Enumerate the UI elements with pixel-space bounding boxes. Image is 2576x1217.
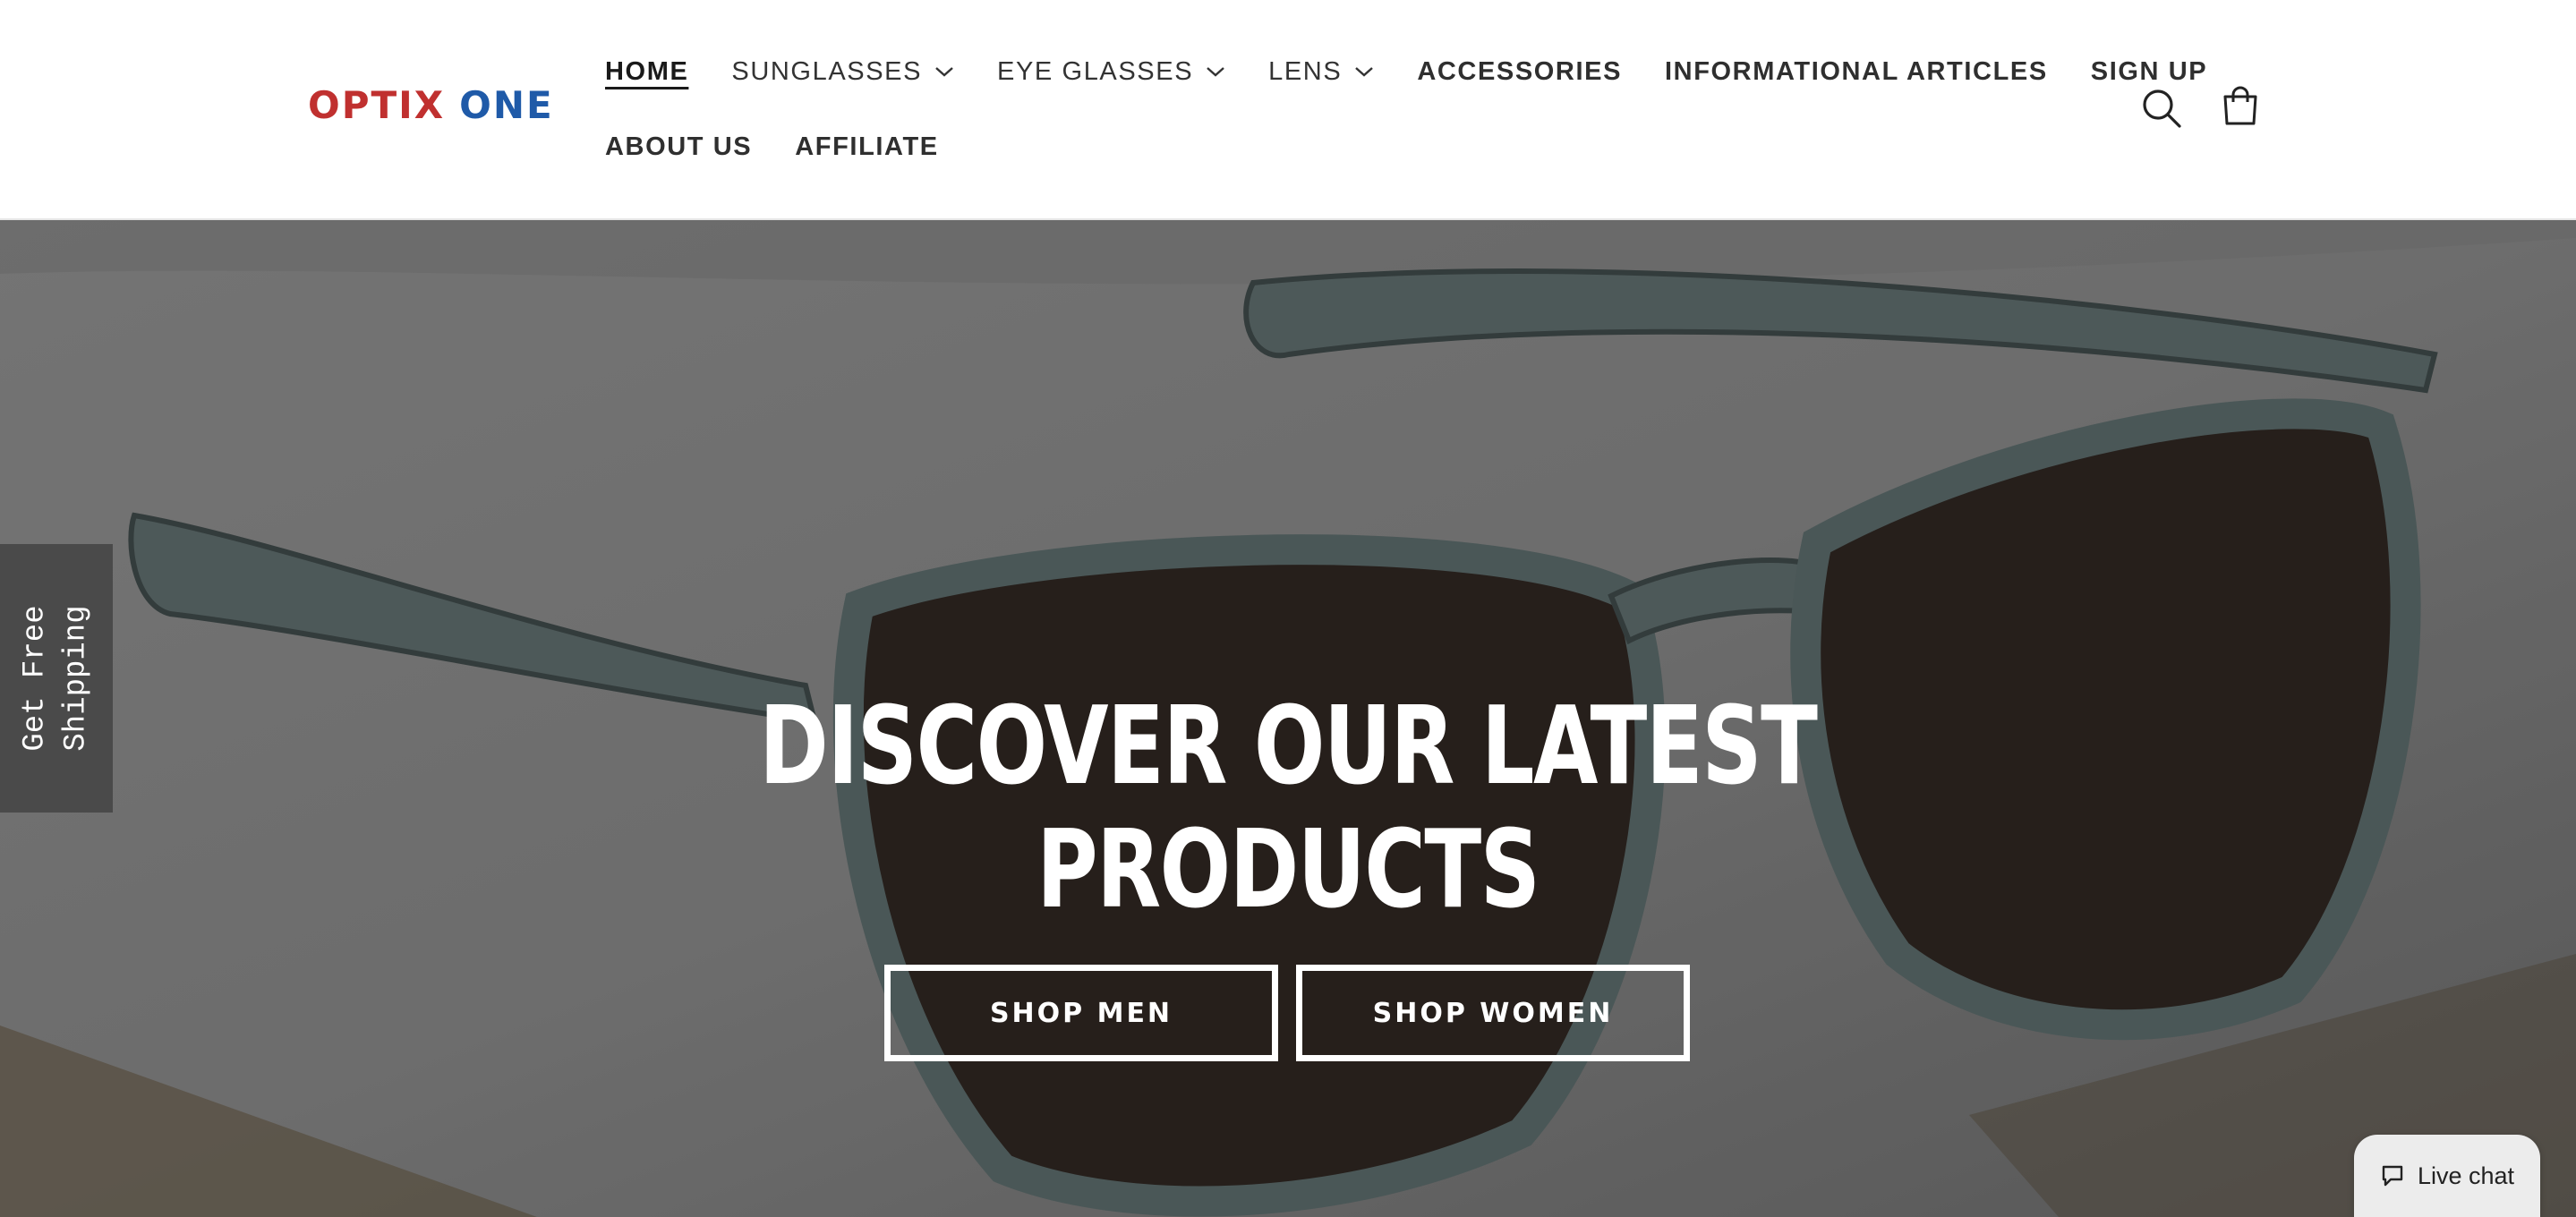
nav-sign-up-label: SIGN UP — [2090, 56, 2208, 86]
free-shipping-tab[interactable]: Get Free Shipping — [0, 544, 113, 813]
hero-banner: DISCOVER OUR LATEST PRODUCTS SHOP MEN SH… — [0, 220, 2576, 1217]
nav-about-us-label: ABOUT US — [605, 132, 753, 161]
nav-about-us[interactable]: ABOUT US — [605, 132, 752, 162]
nav-informational-articles[interactable]: INFORMATIONAL ARTICLES — [1665, 57, 2048, 87]
live-chat-button[interactable]: Live chat — [2354, 1135, 2540, 1217]
logo-word-one: ONE — [459, 82, 554, 127]
hero-heading: DISCOVER OUR LATEST PRODUCTS — [283, 685, 2292, 932]
chevron-down-icon — [935, 67, 953, 77]
nav-accessories[interactable]: ACCESSORIES — [1417, 57, 1622, 87]
nav-lens[interactable]: LENS — [1268, 57, 1374, 87]
shop-men-button[interactable]: SHOP MEN — [884, 965, 1278, 1061]
free-shipping-line-1: Get Free — [19, 605, 54, 752]
free-shipping-line-2: Shipping — [60, 605, 95, 752]
free-shipping-tab-text: Get Free Shipping — [15, 605, 98, 751]
nav-affiliate-label: AFFILIATE — [795, 132, 939, 161]
nav-affiliate[interactable]: AFFILIATE — [795, 132, 938, 162]
nav-informational-articles-label: INFORMATIONAL ARTICLES — [1665, 56, 2048, 86]
hero-heading-line-1: DISCOVER OUR LATEST — [759, 685, 1818, 809]
nav-lens-label: LENS — [1268, 56, 1343, 86]
chat-bubble-icon — [2382, 1165, 2403, 1187]
chevron-down-icon — [1355, 67, 1374, 77]
nav-eye-glasses-label: EYE GLASSES — [997, 56, 1194, 86]
main-nav-row-1: HOME SUNGLASSES EYE GLASSES LENS ACCESSO… — [605, 50, 2250, 93]
logo-word-optix: OPTIX — [308, 82, 446, 127]
optix-one-logo[interactable]: OPTIX ONE — [308, 82, 554, 127]
search-icon[interactable] — [2139, 86, 2184, 131]
hero-heading-line-2: PRODUCTS — [1036, 808, 1540, 932]
nav-home-label: HOME — [605, 56, 689, 86]
live-chat-label: Live chat — [2417, 1162, 2515, 1189]
nav-sign-up[interactable]: SIGN UP — [2091, 57, 2207, 87]
shop-women-button[interactable]: SHOP WOMEN — [1296, 965, 1690, 1061]
cart-icon[interactable] — [2218, 84, 2263, 129]
nav-eye-glasses[interactable]: EYE GLASSES — [997, 57, 1225, 87]
main-nav-row-2: ABOUT US AFFILIATE — [605, 125, 982, 168]
site-header: OPTIX ONE HOME SUNGLASSES EYE GLASSES LE… — [0, 0, 2576, 220]
nav-sunglasses[interactable]: SUNGLASSES — [731, 57, 954, 87]
nav-home[interactable]: HOME — [605, 57, 688, 87]
nav-accessories-label: ACCESSORIES — [1417, 56, 1623, 86]
chevron-down-icon — [1207, 67, 1224, 77]
nav-sunglasses-label: SUNGLASSES — [731, 56, 923, 86]
